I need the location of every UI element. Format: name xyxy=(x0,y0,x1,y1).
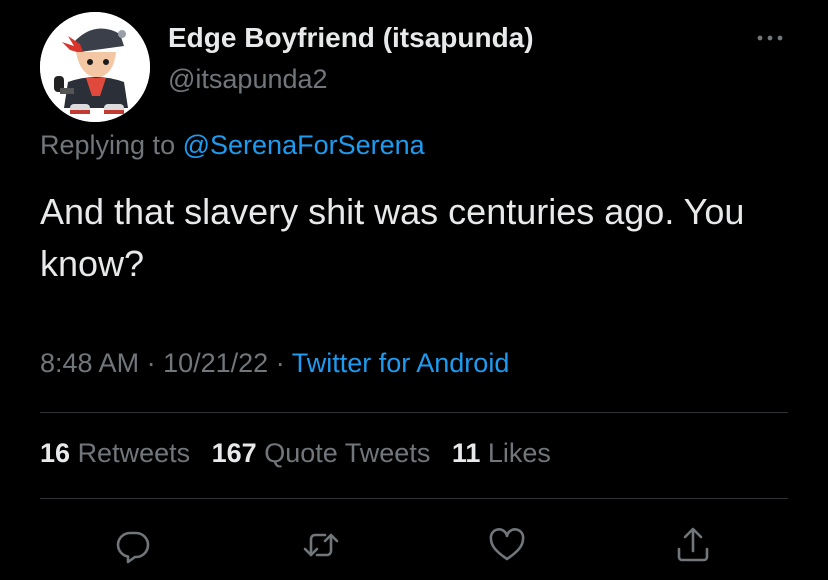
like-button[interactable] xyxy=(482,520,532,570)
reply-icon xyxy=(116,531,150,564)
likes-stat[interactable]: 11 Likes xyxy=(452,438,551,468)
quote-tweets-label: Quote Tweets xyxy=(264,438,431,468)
divider xyxy=(40,498,788,499)
retweets-count: 16 xyxy=(40,438,71,468)
reply-button[interactable] xyxy=(108,520,158,570)
likes-label: Likes xyxy=(487,438,551,468)
quote-tweets-count: 167 xyxy=(211,438,257,468)
likes-count: 11 xyxy=(451,438,481,468)
retweet-icon xyxy=(303,533,339,557)
replying-to: Replying to @SerenaForSerena xyxy=(40,130,425,161)
tweet-time[interactable]: 8:48 AM xyxy=(40,348,139,378)
tweet-meta: 8:48 AM · 10/21/22 · Twitter for Android xyxy=(40,348,509,379)
user-handle[interactable]: @itsapunda2 xyxy=(168,64,328,95)
share-icon xyxy=(677,527,709,562)
meta-separator: · xyxy=(146,348,156,378)
reply-mention-link[interactable]: @SerenaForSerena xyxy=(183,130,425,160)
meta-separator: · xyxy=(275,348,285,378)
tweet-date[interactable]: 10/21/22 xyxy=(163,348,268,378)
like-icon xyxy=(489,528,525,561)
action-bar xyxy=(0,520,828,570)
quote-tweets-stat[interactable]: 167 Quote Tweets xyxy=(212,438,438,468)
retweets-label: Retweets xyxy=(77,438,191,468)
retweets-stat[interactable]: 16 Retweets xyxy=(40,438,198,468)
divider xyxy=(40,412,788,413)
replying-prefix: Replying to xyxy=(40,130,176,160)
avatar-image xyxy=(40,12,150,122)
more-options-icon[interactable] xyxy=(752,28,788,48)
engagement-stats: 16 Retweets 167 Quote Tweets 11 Likes xyxy=(40,438,565,469)
tweet-text: And that slavery shit was centuries ago.… xyxy=(40,191,745,284)
display-name[interactable]: Edge Boyfriend (itsapunda) xyxy=(168,22,534,54)
share-button[interactable] xyxy=(668,520,718,570)
avatar[interactable] xyxy=(40,12,150,122)
retweet-button[interactable] xyxy=(296,520,346,570)
tweet-source-link[interactable]: Twitter for Android xyxy=(292,348,510,378)
